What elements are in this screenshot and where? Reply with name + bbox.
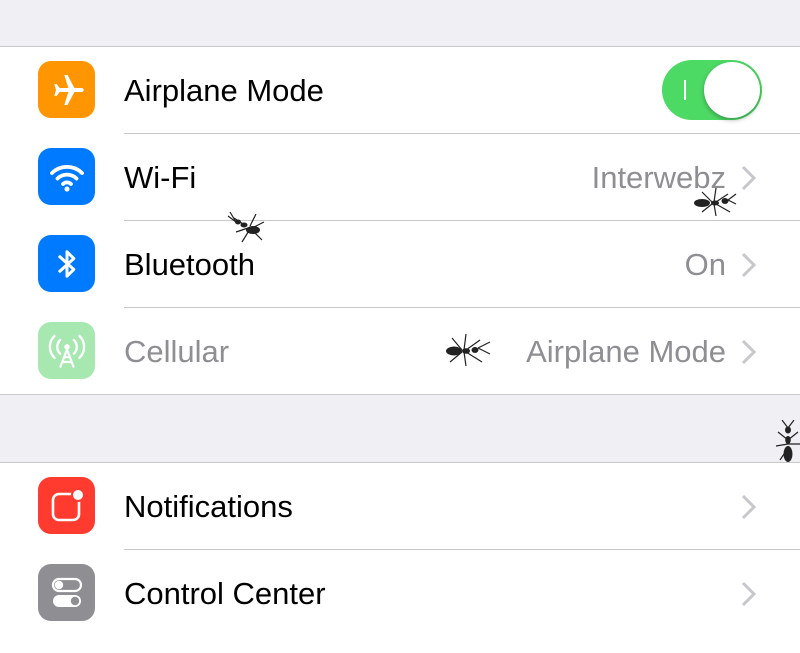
control-center-row[interactable]: Control Center bbox=[0, 550, 800, 637]
connectivity-settings-group: Airplane Mode Wi-Fi Interwebz Bluetooth … bbox=[0, 46, 800, 395]
chevron-right-icon bbox=[741, 581, 757, 607]
notifications-icon bbox=[38, 477, 95, 534]
chevron-right-icon bbox=[741, 252, 757, 278]
wifi-row[interactable]: Wi-Fi Interwebz bbox=[0, 134, 800, 221]
airplane-icon bbox=[38, 61, 95, 118]
airplane-mode-toggle[interactable] bbox=[662, 60, 762, 120]
notifications-row[interactable]: Notifications bbox=[0, 463, 800, 550]
cellular-label: Cellular bbox=[124, 334, 230, 369]
wifi-icon bbox=[38, 148, 95, 205]
toggle-knob bbox=[704, 62, 760, 118]
cellular-antenna-icon bbox=[38, 322, 95, 379]
ant-decoration bbox=[775, 420, 800, 462]
bluetooth-status-value: On bbox=[684, 247, 726, 282]
cellular-status-value: Airplane Mode bbox=[526, 334, 726, 369]
ant-decoration bbox=[446, 333, 491, 367]
toggle-on-indicator bbox=[684, 80, 686, 100]
chevron-right-icon bbox=[741, 165, 757, 191]
control-center-label: Control Center bbox=[124, 576, 326, 611]
system-settings-group: Notifications Control Center bbox=[0, 462, 800, 653]
chevron-right-icon bbox=[741, 494, 757, 520]
chevron-right-icon bbox=[741, 339, 757, 365]
airplane-mode-row[interactable]: Airplane Mode bbox=[0, 47, 800, 134]
wifi-label: Wi-Fi bbox=[124, 160, 197, 195]
cellular-row[interactable]: Cellular Airplane Mode bbox=[0, 308, 800, 395]
ant-decoration bbox=[227, 211, 265, 243]
bluetooth-icon bbox=[38, 235, 95, 292]
notifications-label: Notifications bbox=[124, 489, 293, 524]
ant-decoration bbox=[694, 187, 737, 217]
bluetooth-row[interactable]: Bluetooth On bbox=[0, 221, 800, 308]
airplane-mode-label: Airplane Mode bbox=[124, 73, 324, 108]
control-center-icon bbox=[38, 564, 95, 621]
